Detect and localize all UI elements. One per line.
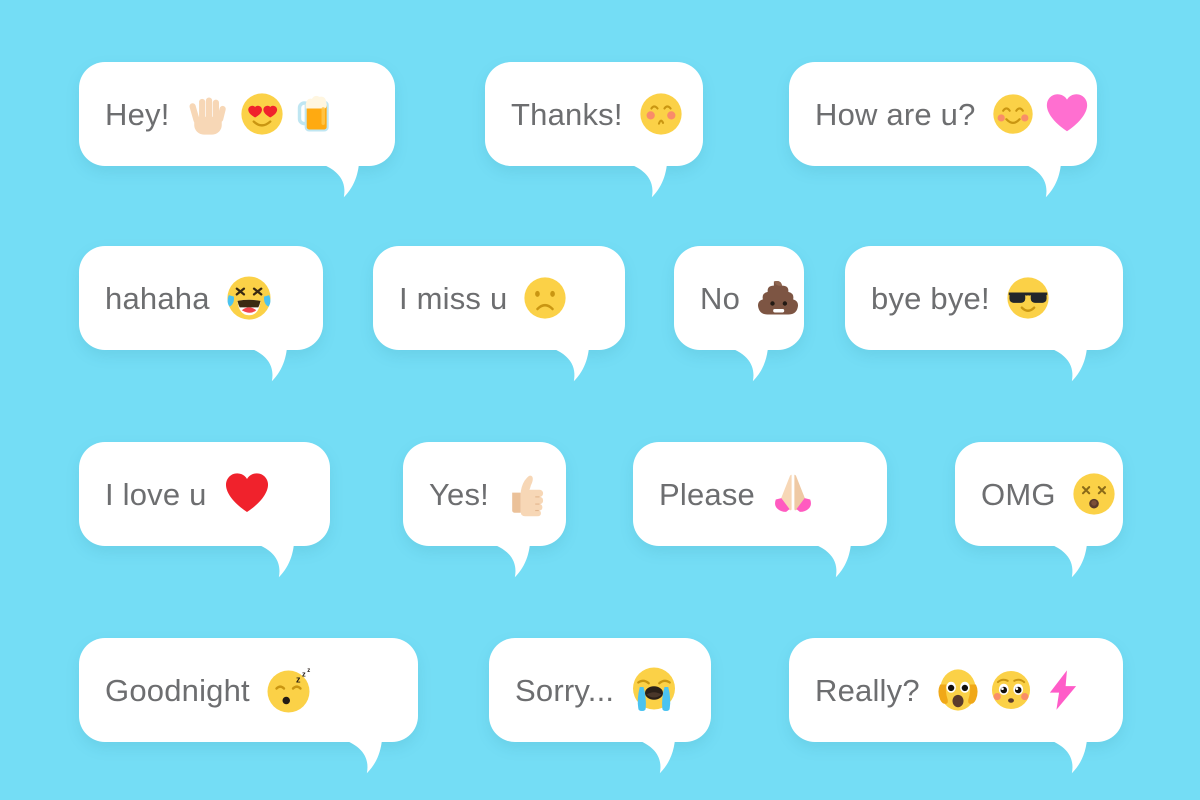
emoji-row [1072, 472, 1116, 516]
bubble-content: OMG [955, 442, 1123, 546]
message-bubble-no[interactable]: No [674, 246, 804, 382]
bubble-content: Thanks! [485, 62, 703, 166]
folded-hands-emoji [771, 472, 815, 516]
bubble-content: bye bye! [845, 246, 1123, 350]
bubble-content: Goodnight [79, 638, 418, 742]
bubble-content: I miss u [373, 246, 625, 350]
emoji-message-bubbles-board: Hey! Thanks! How are u? hahaha I miss u No bye… [0, 0, 1200, 800]
emoji-row [936, 668, 1084, 712]
bubble-text: Sorry... [515, 672, 615, 708]
emoji-row [523, 276, 567, 320]
message-bubble-bye-bye[interactable]: bye bye! [845, 246, 1123, 382]
bubble-content: I love u [79, 442, 330, 546]
bubble-content: hahaha [79, 246, 323, 350]
sleeping-face-emoji [266, 666, 314, 714]
message-bubble-how-are-u[interactable]: How are u? [789, 62, 1097, 198]
bubble-text: I love u [105, 476, 207, 512]
smiling-face-with-smiling-eyes-emoji [992, 93, 1034, 135]
bubble-text: bye bye! [871, 280, 990, 316]
emoji-row [223, 470, 271, 518]
loudly-crying-face-emoji [630, 666, 678, 714]
thumbs-up-emoji [505, 471, 551, 517]
slightly-frowning-face-emoji [523, 276, 567, 320]
emoji-row [505, 471, 551, 517]
message-bubble-omg[interactable]: OMG [955, 442, 1123, 578]
bubble-text: No [700, 280, 741, 316]
message-bubble-i-miss-u[interactable]: I miss u [373, 246, 625, 382]
emoji-row [630, 666, 678, 714]
upside-down-face-emoji [639, 92, 683, 136]
bubble-content: No [674, 246, 804, 350]
bubble-content: Really? [789, 638, 1123, 742]
bubble-text: I miss u [399, 280, 508, 316]
emoji-row [186, 92, 338, 136]
emoji-row [1006, 276, 1050, 320]
bubble-text: Please [659, 476, 755, 512]
pile-of-poo-emoji [756, 276, 800, 320]
bubble-text: Hey! [105, 96, 170, 132]
pink-heart-emoji [1044, 91, 1090, 137]
bubble-text: How are u? [815, 96, 976, 132]
bubble-content: How are u? [789, 62, 1097, 166]
bubble-text: hahaha [105, 280, 210, 316]
message-bubble-yes[interactable]: Yes! [403, 442, 566, 578]
face-screaming-in-fear-emoji [936, 668, 980, 712]
bubble-text: Thanks! [511, 96, 623, 132]
emoji-row [266, 666, 370, 714]
bubble-content: Please [633, 442, 887, 546]
message-bubble-thanks[interactable]: Thanks! [485, 62, 703, 198]
high-voltage-emoji [1042, 669, 1084, 711]
bubble-text: OMG [981, 476, 1056, 512]
emoji-row [226, 275, 272, 321]
emoji-row [771, 472, 815, 516]
bubble-text: Yes! [429, 476, 489, 512]
message-bubble-sorry[interactable]: Sorry... [489, 638, 711, 774]
smiling-face-with-sunglasses-emoji [1006, 276, 1050, 320]
face-with-tears-of-joy-emoji [226, 275, 272, 321]
dizzy-face-emoji [1072, 472, 1116, 516]
emoji-row [992, 91, 1090, 137]
emoji-row [756, 276, 800, 320]
crescent-moon-emoji [324, 667, 370, 713]
bubble-text: Really? [815, 672, 920, 708]
smiling-face-with-heart-eyes-emoji [240, 92, 284, 136]
message-bubble-i-love-u[interactable]: I love u [79, 442, 330, 578]
beer-mug-emoji [294, 92, 338, 136]
message-bubble-really[interactable]: Really? [789, 638, 1123, 774]
bubble-content: Yes! [403, 442, 566, 546]
pleading-face-emoji [990, 669, 1032, 711]
emoji-row [639, 92, 683, 136]
message-bubble-please[interactable]: Please [633, 442, 887, 578]
bubble-text: Goodnight [105, 672, 250, 708]
message-bubble-hahaha[interactable]: hahaha [79, 246, 323, 382]
message-bubble-hey[interactable]: Hey! [79, 62, 395, 198]
bubble-content: Sorry... [489, 638, 711, 742]
message-bubble-goodnight[interactable]: Goodnight [79, 638, 418, 774]
raised-hand-emoji [186, 92, 230, 136]
red-heart-emoji [223, 470, 271, 518]
bubble-content: Hey! [79, 62, 395, 166]
